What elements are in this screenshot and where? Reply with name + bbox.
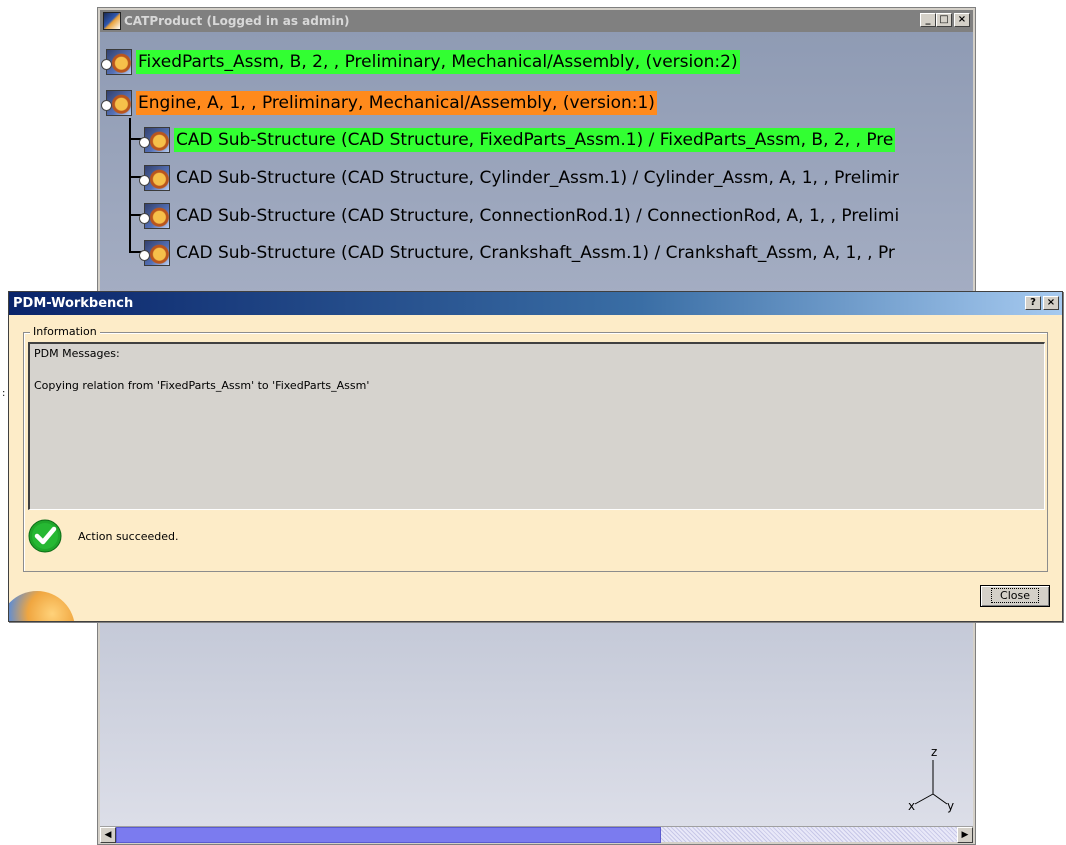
window-title: CATProduct (Logged in as admin): [124, 14, 350, 28]
tree-node-label[interactable]: CAD Sub-Structure (CAD Structure, FixedP…: [174, 128, 896, 152]
pdm-workbench-dialog: PDM-Workbench ? × Information PDM Messag…: [8, 291, 1063, 622]
help-button[interactable]: ?: [1025, 296, 1041, 310]
assembly-icon[interactable]: [139, 240, 170, 266]
assembly-icon[interactable]: [101, 49, 132, 75]
edge-marker: :: [2, 388, 6, 399]
tree-node[interactable]: CAD Sub-Structure (CAD Structure, Connec…: [139, 201, 901, 231]
tree-node-label[interactable]: CAD Sub-Structure (CAD Structure, Cylind…: [174, 166, 901, 190]
status-row: Action succeeded.: [28, 516, 928, 556]
pdm-messages-area[interactable]: PDM Messages: Copying relation from 'Fix…: [28, 342, 1045, 510]
catia-app-icon[interactable]: [103, 12, 121, 30]
tree-node-label[interactable]: CAD Sub-Structure (CAD Structure, Connec…: [174, 204, 901, 228]
messages-header: PDM Messages:: [34, 347, 120, 360]
information-group-label: Information: [30, 325, 100, 338]
compass-z-label: z: [931, 745, 937, 759]
dialog-title: PDM-Workbench: [13, 296, 134, 311]
maximize-button[interactable]: □: [936, 13, 952, 27]
dialog-titlebar[interactable]: PDM-Workbench ? ×: [9, 292, 1062, 315]
status-message: Action succeeded.: [78, 529, 179, 543]
close-button-label: Close: [991, 588, 1039, 603]
tree-node[interactable]: Engine, A, 1, , Preliminary, Mechanical/…: [101, 88, 657, 118]
axis-compass[interactable]: z x y: [901, 744, 961, 814]
assembly-icon[interactable]: [139, 127, 170, 153]
tree-node-label[interactable]: Engine, A, 1, , Preliminary, Mechanical/…: [136, 91, 657, 115]
compass-x-label: x: [908, 799, 915, 813]
success-check-icon: [28, 519, 62, 553]
minimize-button[interactable]: _: [920, 13, 936, 27]
catproduct-titlebar[interactable]: CATProduct (Logged in as admin) _ □ ×: [100, 10, 973, 32]
assembly-icon[interactable]: [101, 90, 132, 116]
scroll-left-arrow-icon[interactable]: ◀: [100, 827, 116, 843]
tree-node[interactable]: CAD Sub-Structure (CAD Structure, FixedP…: [139, 125, 896, 155]
globe-decoration-icon: [9, 591, 75, 621]
tree-node[interactable]: CAD Sub-Structure (CAD Structure, Cylind…: [139, 163, 901, 193]
tree-node-label[interactable]: FixedParts_Assm, B, 2, , Preliminary, Me…: [136, 50, 740, 74]
information-group: Information PDM Messages: Copying relati…: [23, 325, 1048, 572]
close-button[interactable]: Close: [980, 585, 1050, 607]
scrollbar-thumb[interactable]: [116, 827, 661, 843]
tree-node-label[interactable]: CAD Sub-Structure (CAD Structure, Cranks…: [174, 241, 897, 265]
tree-node[interactable]: CAD Sub-Structure (CAD Structure, Cranks…: [139, 238, 897, 268]
horizontal-scrollbar[interactable]: ◀ ▶: [100, 826, 973, 843]
scroll-right-arrow-icon[interactable]: ▶: [957, 827, 973, 843]
tree-node[interactable]: FixedParts_Assm, B, 2, , Preliminary, Me…: [101, 47, 740, 77]
assembly-icon[interactable]: [139, 203, 170, 229]
assembly-icon[interactable]: [139, 165, 170, 191]
close-dialog-x-button[interactable]: ×: [1043, 296, 1059, 310]
close-window-button[interactable]: ×: [954, 13, 970, 27]
message-line: Copying relation from 'FixedParts_Assm' …: [34, 379, 370, 392]
compass-y-label: y: [947, 799, 954, 813]
